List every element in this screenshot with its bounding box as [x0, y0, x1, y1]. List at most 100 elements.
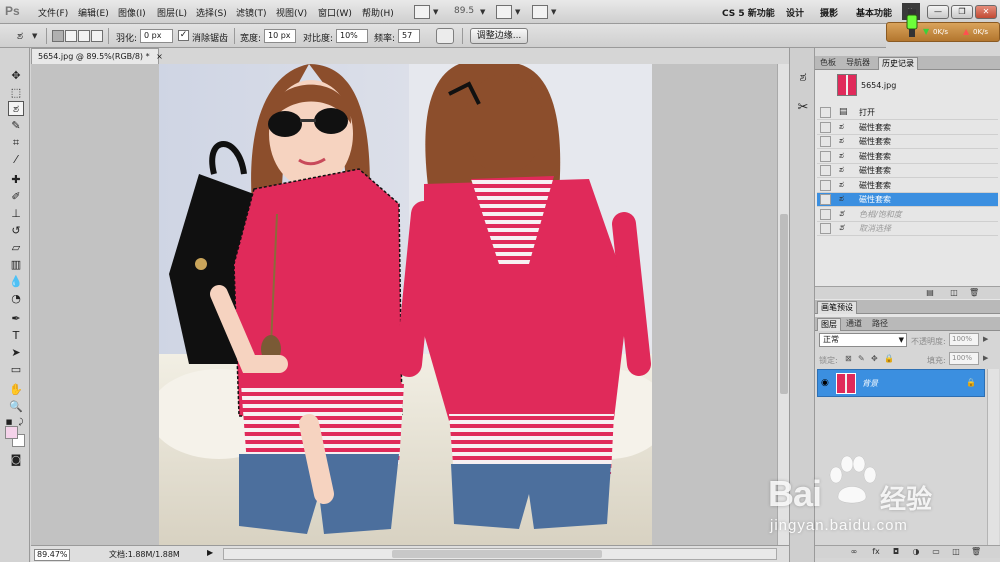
lasso-tool-icon[interactable]: ಶ [8, 101, 24, 116]
eyedropper-tool-icon[interactable]: ⁄ [8, 152, 24, 167]
vertical-scrollbar[interactable] [777, 64, 789, 545]
add-selection-icon[interactable] [65, 30, 77, 42]
lock-pixels-icon[interactable]: ✎ [858, 354, 865, 363]
chevron-down-icon[interactable]: ▼ [480, 8, 485, 16]
dodge-tool-icon[interactable]: ◔ [8, 291, 24, 306]
chevron-down-icon[interactable]: ▼ [32, 32, 37, 40]
antialias-checkbox[interactable]: ✓ [178, 30, 189, 41]
trash-icon[interactable]: 🗑 [971, 547, 981, 557]
history-item[interactable]: ಶ 磁性套索 [817, 164, 998, 178]
tools-panel-icon[interactable]: ✂ [795, 100, 811, 116]
menu-help[interactable]: 帮助(H) [362, 6, 394, 19]
restore-button[interactable]: ❐ [951, 5, 973, 19]
magnetic-lasso-preset-icon[interactable]: ಶ [12, 28, 28, 43]
menu-view[interactable]: 视图(V) [276, 6, 307, 19]
new-group-icon[interactable]: ▭ [931, 547, 941, 557]
chevron-down-icon[interactable]: ▼ [433, 8, 438, 16]
new-snapshot-icon[interactable]: ◫ [949, 288, 959, 298]
history-checkbox[interactable] [820, 179, 831, 191]
eraser-tool-icon[interactable]: ▱ [8, 240, 24, 255]
blur-tool-icon[interactable]: 💧 [8, 274, 24, 289]
new-layer-icon[interactable]: ◫ [951, 547, 961, 557]
menu-image[interactable]: 图像(I) [118, 6, 146, 19]
history-checkbox[interactable] [820, 150, 831, 162]
subtract-selection-icon[interactable] [78, 30, 90, 42]
zoom-level-field[interactable]: 89.47% [34, 549, 70, 561]
clone-stamp-tool-icon[interactable]: ⊥ [8, 206, 24, 221]
tab-navigator[interactable]: 导航器 [843, 57, 873, 70]
chevron-down-icon[interactable]: ▼ [551, 8, 556, 16]
tab-paths[interactable]: 路径 [869, 318, 891, 331]
history-checkbox[interactable] [820, 194, 831, 205]
tab-brush-presets[interactable]: 画笔预设 [817, 301, 857, 314]
tab-swatches[interactable]: 色板 [817, 57, 839, 70]
brush-tool-icon[interactable]: ✐ [8, 189, 24, 204]
scrollbar-thumb[interactable] [780, 214, 788, 394]
fill-arrow-icon[interactable]: ▶ [983, 354, 988, 362]
crop-tool-icon[interactable]: ⌗ [8, 135, 24, 150]
frequency-input[interactable]: 57 [398, 29, 420, 43]
history-checkbox[interactable] [820, 165, 831, 176]
pen-tool-icon[interactable]: ✒ [8, 311, 24, 326]
history-checkbox[interactable] [820, 223, 831, 234]
history-panel-icon[interactable]: ಶ [795, 70, 811, 86]
marquee-tool-icon[interactable]: ⬚ [8, 85, 24, 100]
layer-mask-icon[interactable]: ◘ [891, 547, 901, 557]
hand-tool-icon[interactable]: ✋ [8, 382, 24, 397]
document-tab[interactable]: 5654.jpg @ 89.5%(RGB/8) * × [31, 48, 163, 64]
blend-mode-select[interactable]: 正常 ▼ [819, 333, 907, 347]
contrast-input[interactable]: 10% [336, 29, 368, 43]
chevron-down-icon[interactable]: ▼ [515, 8, 520, 16]
history-item[interactable]: ಶ 色相/饱和度 [817, 208, 998, 222]
new-selection-icon[interactable] [52, 30, 64, 42]
lock-all-icon[interactable]: 🔒 [884, 354, 894, 363]
intersect-selection-icon[interactable] [91, 30, 103, 42]
history-brush-tool-icon[interactable]: ↺ [8, 223, 24, 238]
path-selection-tool-icon[interactable]: ➤ [8, 345, 24, 360]
workspace-design[interactable]: 设计 [786, 6, 804, 19]
move-tool-icon[interactable]: ✥ [8, 68, 24, 83]
menu-layer[interactable]: 图层(L) [157, 6, 187, 19]
tab-history[interactable]: 历史记录 [878, 57, 918, 70]
history-item[interactable]: ▤ 打开 [817, 106, 998, 120]
healing-brush-tool-icon[interactable]: ✚ [8, 172, 24, 187]
link-layers-icon[interactable]: ∞ [849, 547, 859, 557]
workspace-cs5-new[interactable]: CS 5 新功能 [722, 6, 775, 19]
refine-edge-button[interactable]: 调整边缘... [470, 28, 528, 44]
type-tool-icon[interactable]: T [8, 328, 24, 343]
opacity-input[interactable]: 100% [949, 333, 979, 346]
close-icon[interactable]: × [156, 52, 163, 61]
tab-layers[interactable]: 图层 [817, 318, 841, 331]
menu-edit[interactable]: 编辑(E) [78, 6, 109, 19]
lock-transparent-icon[interactable]: ⊠ [845, 354, 852, 363]
layers-scrollbar[interactable] [987, 369, 999, 545]
zoom-tool-icon[interactable]: 🔍 [8, 399, 24, 414]
tab-channels[interactable]: 通道 [843, 318, 865, 331]
menu-window[interactable]: 窗口(W) [318, 6, 352, 19]
layer-name[interactable]: 背景 [862, 378, 878, 389]
history-snapshot[interactable]: 5654.jpg [817, 72, 998, 100]
close-button[interactable]: ✕ [975, 5, 997, 19]
horizontal-scrollbar[interactable] [223, 548, 777, 560]
quick-mask-icon[interactable]: ◙ [8, 452, 24, 467]
history-item[interactable]: ಶ 磁性套索 [817, 193, 998, 207]
layer-style-icon[interactable]: fx [871, 547, 881, 557]
zoom-select[interactable]: 89.5 [454, 6, 474, 16]
eye-icon[interactable]: ◉ [821, 378, 829, 388]
history-checkbox[interactable] [820, 107, 831, 118]
opacity-arrow-icon[interactable]: ▶ [983, 335, 988, 343]
trash-icon[interactable]: 🗑 [969, 288, 979, 298]
width-input[interactable]: 10 px [264, 29, 296, 43]
history-checkbox[interactable] [820, 121, 831, 133]
history-checkbox[interactable] [820, 136, 831, 147]
shape-tool-icon[interactable]: ▭ [8, 362, 24, 377]
history-item[interactable]: ಶ 取消选择 [817, 222, 998, 236]
fill-input[interactable]: 100% [949, 352, 979, 365]
adjustment-layer-icon[interactable]: ◑ [911, 547, 921, 557]
layer-row-background[interactable]: ◉ 背景 🔒 [817, 369, 985, 397]
status-menu-arrow-icon[interactable]: ▶ [207, 548, 213, 557]
tablet-pressure-icon[interactable] [436, 28, 454, 44]
workspace-essentials[interactable]: 基本功能 [856, 6, 892, 19]
lock-position-icon[interactable]: ✥ [871, 354, 878, 363]
quick-select-tool-icon[interactable]: ✎ [8, 118, 24, 133]
